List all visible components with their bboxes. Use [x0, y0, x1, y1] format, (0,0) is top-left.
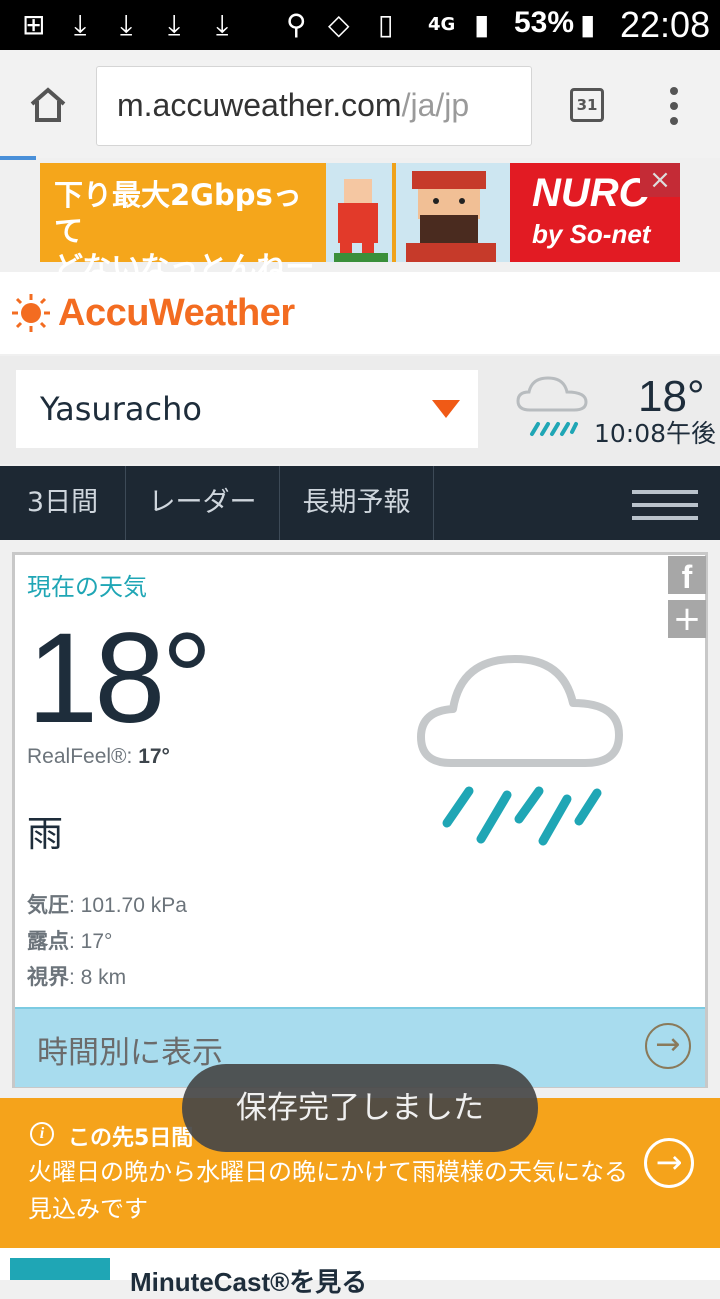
- home-icon[interactable]: [28, 86, 68, 124]
- status-bar: ⊞ ⤓ ⤓ ⤓ ⤓ ⚲ ◇ ▯ 4G ▮ 53% ▮ 22:08: [0, 0, 720, 50]
- download-icon: ⤓: [168, 8, 181, 41]
- ad-close-button[interactable]: ×: [640, 163, 680, 197]
- hamburger-menu-icon[interactable]: [632, 490, 698, 520]
- ad-text-panel: 下り最大2Gbpsって どないなっとんねーん。: [40, 163, 326, 320]
- minutecast-row[interactable]: MinuteCast®を見る: [0, 1248, 720, 1297]
- location-row: Yasuracho 18° 10:08午後: [0, 356, 720, 464]
- battery-icon: ▮: [580, 8, 596, 41]
- banner-text: 火曜日の晩から水曜日の晩にかけて雨模様の天気になる見込みです: [28, 1158, 628, 1223]
- network-type: 4G: [428, 14, 456, 35]
- ad-illustration: [326, 163, 510, 262]
- location-selector[interactable]: Yasuracho: [16, 370, 478, 448]
- visibility: 視界: 8 km: [27, 966, 127, 989]
- current-conditions-card: 現在の天気 f + 18° RealFeel®: 17° 雨 気圧: 101.7…: [12, 552, 708, 1088]
- download-icon: ⤓: [216, 8, 229, 41]
- download-icon: ⤓: [120, 8, 133, 41]
- accuweather-sun-icon: [12, 294, 50, 332]
- current-temperature: 18°: [27, 607, 213, 750]
- download-icon: ⤓: [74, 8, 87, 41]
- minutecast-icon: [10, 1258, 110, 1280]
- address-bar[interactable]: m.accuweather.com/ja/jp: [96, 66, 532, 146]
- info-icon: i: [30, 1122, 54, 1146]
- header-time: 10:08午後: [594, 419, 717, 448]
- nfc-icon: ◇: [328, 8, 350, 41]
- overflow-menu-icon[interactable]: [664, 86, 684, 126]
- vibrate-icon: ▯: [378, 8, 394, 41]
- banner-title: この先5日間: [68, 1126, 194, 1151]
- realfeel: RealFeel®: 17°: [27, 745, 170, 768]
- weather-condition: 雨: [27, 814, 64, 855]
- pressure: 気圧: 101.70 kPa: [27, 894, 187, 917]
- share-plus-icon[interactable]: +: [668, 600, 706, 638]
- ad-brand-sub: by So-net: [532, 219, 651, 249]
- tab-radar[interactable]: レーダー: [126, 466, 280, 540]
- site-header: AccuWeather: [0, 272, 720, 354]
- ad-brand: NURO: [532, 171, 650, 215]
- location-name: Yasuracho: [40, 390, 202, 428]
- forecast-nav: 3日間 レーダー 長期予報: [0, 466, 720, 540]
- hourly-view-label: 時間別に表示: [37, 1035, 223, 1071]
- toast-message: 保存完了しました: [182, 1064, 538, 1152]
- arrow-right-icon[interactable]: →: [644, 1138, 694, 1188]
- notification-plus-icon: ⊞: [22, 8, 46, 41]
- browser-toolbar: m.accuweather.com/ja/jp 31: [0, 50, 720, 158]
- advertisement-banner[interactable]: 下り最大2Gbpsって どないなっとんねーん。 NURO by So-net ×: [40, 163, 680, 320]
- page-load-progress: [0, 156, 36, 160]
- card-title: 現在の天気: [27, 573, 147, 601]
- facebook-share-icon[interactable]: f: [668, 556, 706, 595]
- tab-3day[interactable]: 3日間: [0, 466, 126, 540]
- signal-icon: ▮: [474, 8, 490, 41]
- arrow-right-icon: →: [645, 1023, 691, 1069]
- tab-long-range[interactable]: 長期予報: [280, 466, 434, 540]
- dropdown-caret-icon: [432, 400, 460, 418]
- battery-percent: 53%: [514, 6, 575, 39]
- rain-cloud-icon: [417, 655, 623, 846]
- small-rain-cloud-icon: [516, 376, 588, 436]
- minutecast-label: MinuteCast®を見る: [130, 1267, 368, 1297]
- clock: 22:08: [620, 4, 711, 45]
- url-text: m.accuweather.com/ja/jp: [117, 87, 470, 123]
- tab-switcher-button[interactable]: 31: [570, 88, 604, 122]
- dew-point: 露点: 17°: [27, 930, 113, 953]
- location-pin-icon: ⚲: [286, 8, 307, 41]
- site-logo[interactable]: AccuWeather: [58, 292, 295, 335]
